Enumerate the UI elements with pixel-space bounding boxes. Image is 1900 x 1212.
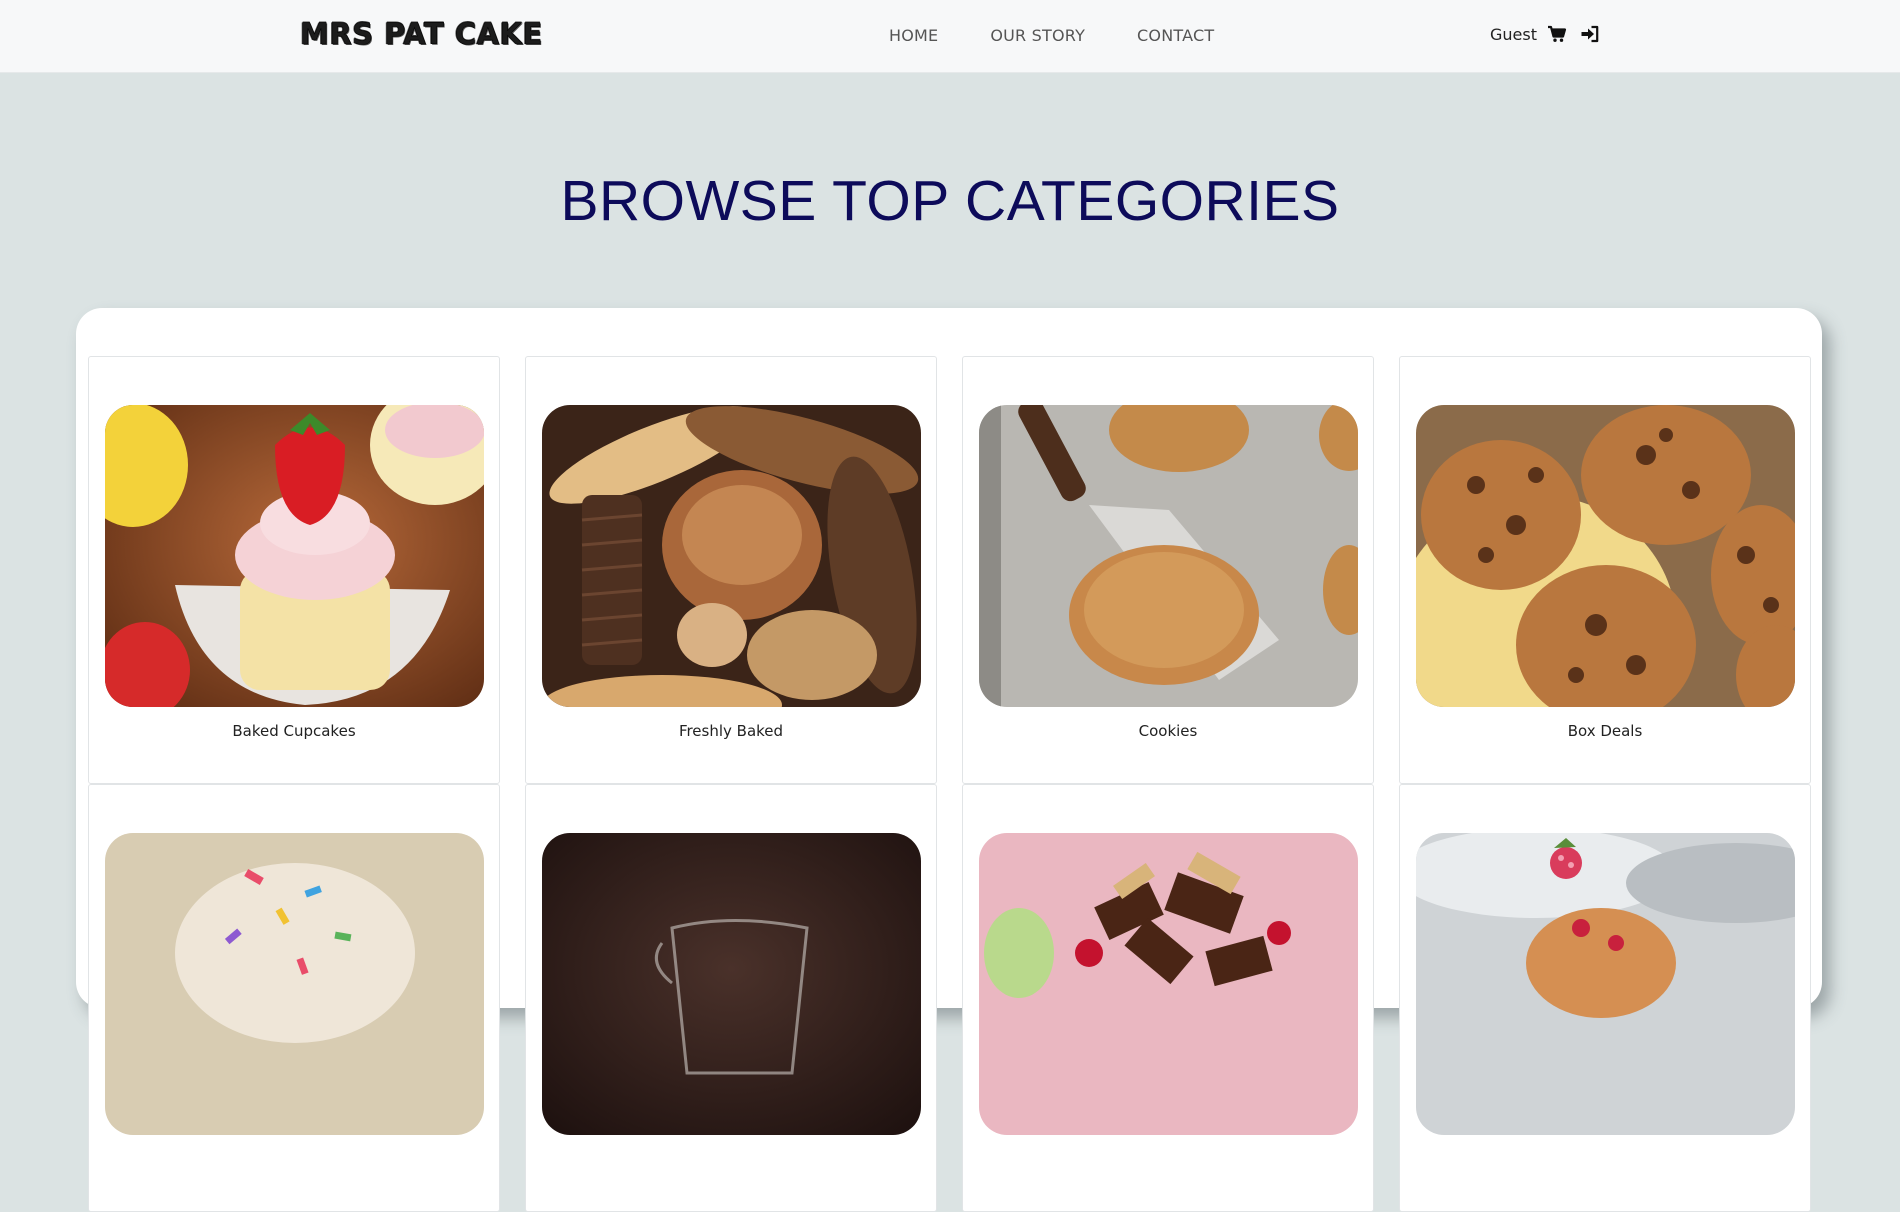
category-image-bread[interactable] [542,405,921,707]
category-label: Baked Cupcakes [232,722,356,740]
category-card-box-deals[interactable]: Box Deals [1399,356,1811,784]
category-card-baked-cupcakes[interactable]: Baked Cupcakes [88,356,500,784]
category-label: Freshly Baked [678,722,784,740]
category-image-muffin[interactable] [1416,833,1795,1135]
category-image-pitcher[interactable] [542,833,921,1135]
category-card-7[interactable] [962,784,1374,1212]
nav-link-contact[interactable]: CONTACT [1137,26,1214,45]
category-image-sprinkle-bark[interactable] [105,833,484,1135]
main-nav: HOME OUR STORY CONTACT [889,26,1266,45]
category-image-cookies[interactable] [979,405,1358,707]
page-title: BROWSE TOP CATEGORIES [560,169,1340,233]
category-card-8[interactable] [1399,784,1811,1212]
shopping-cart-icon[interactable] [1547,24,1567,44]
categories-panel: Baked Cupcakes Freshly Baked Cookies Box… [76,308,1822,1212]
category-card-cookies[interactable]: Cookies [962,356,1374,784]
category-image-chocolate-bark[interactable] [979,833,1358,1135]
user-name-label: Guest [1490,24,1537,44]
category-card-6[interactable] [525,784,937,1212]
top-navbar: MRS PAT CAKE HOME OUR STORY CONTACT Gues… [0,0,1900,73]
user-area: Guest [1490,24,1613,44]
category-label: Cookies [1138,722,1198,740]
sign-in-icon[interactable] [1580,24,1600,44]
category-image-cupcake[interactable] [105,405,484,707]
category-card-freshly-baked[interactable]: Freshly Baked [525,356,937,784]
category-card-5[interactable] [88,784,500,1212]
nav-link-home[interactable]: HOME [889,26,938,45]
brand-logo[interactable]: MRS PAT CAKE [300,17,543,52]
nav-link-our-story[interactable]: OUR STORY [990,26,1085,45]
category-image-box-deals[interactable] [1416,405,1795,707]
category-label: Box Deals [1567,722,1643,740]
